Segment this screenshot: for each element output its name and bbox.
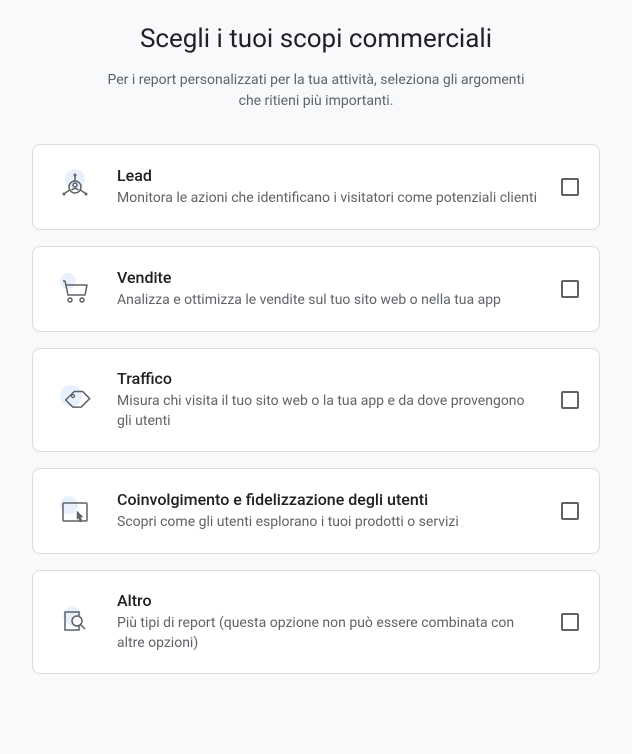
option-title: Altro (117, 591, 541, 610)
option-content: Coinvolgimento e fidelizzazione degli ut… (117, 490, 541, 533)
option-desc: Più tipi di report (questa opzione non p… (117, 614, 541, 653)
option-lead[interactable]: Lead Monitora le azioni che identificano… (32, 144, 600, 230)
option-content: Traffico Misura chi visita il tuo sito w… (117, 369, 541, 431)
option-desc: Misura chi visita il tuo sito web o la t… (117, 392, 541, 431)
checkbox-sales[interactable] (561, 280, 579, 298)
option-traffic[interactable]: Traffico Misura chi visita il tuo sito w… (32, 348, 600, 452)
option-title: Coinvolgimento e fidelizzazione degli ut… (117, 490, 541, 509)
page-title: Scegli i tuoi scopi commerciali (32, 24, 600, 54)
option-title: Lead (117, 166, 541, 185)
checkbox-other[interactable] (561, 613, 579, 631)
option-desc: Analizza e ottimizza le vendite sul tuo … (117, 291, 541, 311)
traffic-icon (53, 378, 97, 422)
option-desc: Monitora le azioni che identificano i vi… (117, 189, 541, 209)
option-content: Altro Più tipi di report (questa opzione… (117, 591, 541, 653)
option-other[interactable]: Altro Più tipi di report (questa opzione… (32, 570, 600, 674)
option-desc: Scopri come gli utenti esplorano i tuoi … (117, 513, 541, 533)
sales-icon (53, 267, 97, 311)
page-subtitle: Per i report personalizzati per la tua a… (106, 70, 526, 112)
engagement-icon (53, 489, 97, 533)
checkbox-engagement[interactable] (561, 502, 579, 520)
option-content: Vendite Analizza e ottimizza le vendite … (117, 268, 541, 311)
lead-icon (53, 165, 97, 209)
header: Scegli i tuoi scopi commerciali Per i re… (32, 24, 600, 112)
option-title: Traffico (117, 369, 541, 388)
option-sales[interactable]: Vendite Analizza e ottimizza le vendite … (32, 246, 600, 332)
other-icon (53, 600, 97, 644)
checkbox-traffic[interactable] (561, 391, 579, 409)
option-engagement[interactable]: Coinvolgimento e fidelizzazione degli ut… (32, 468, 600, 554)
option-title: Vendite (117, 268, 541, 287)
option-content: Lead Monitora le azioni che identificano… (117, 166, 541, 209)
checkbox-lead[interactable] (561, 178, 579, 196)
